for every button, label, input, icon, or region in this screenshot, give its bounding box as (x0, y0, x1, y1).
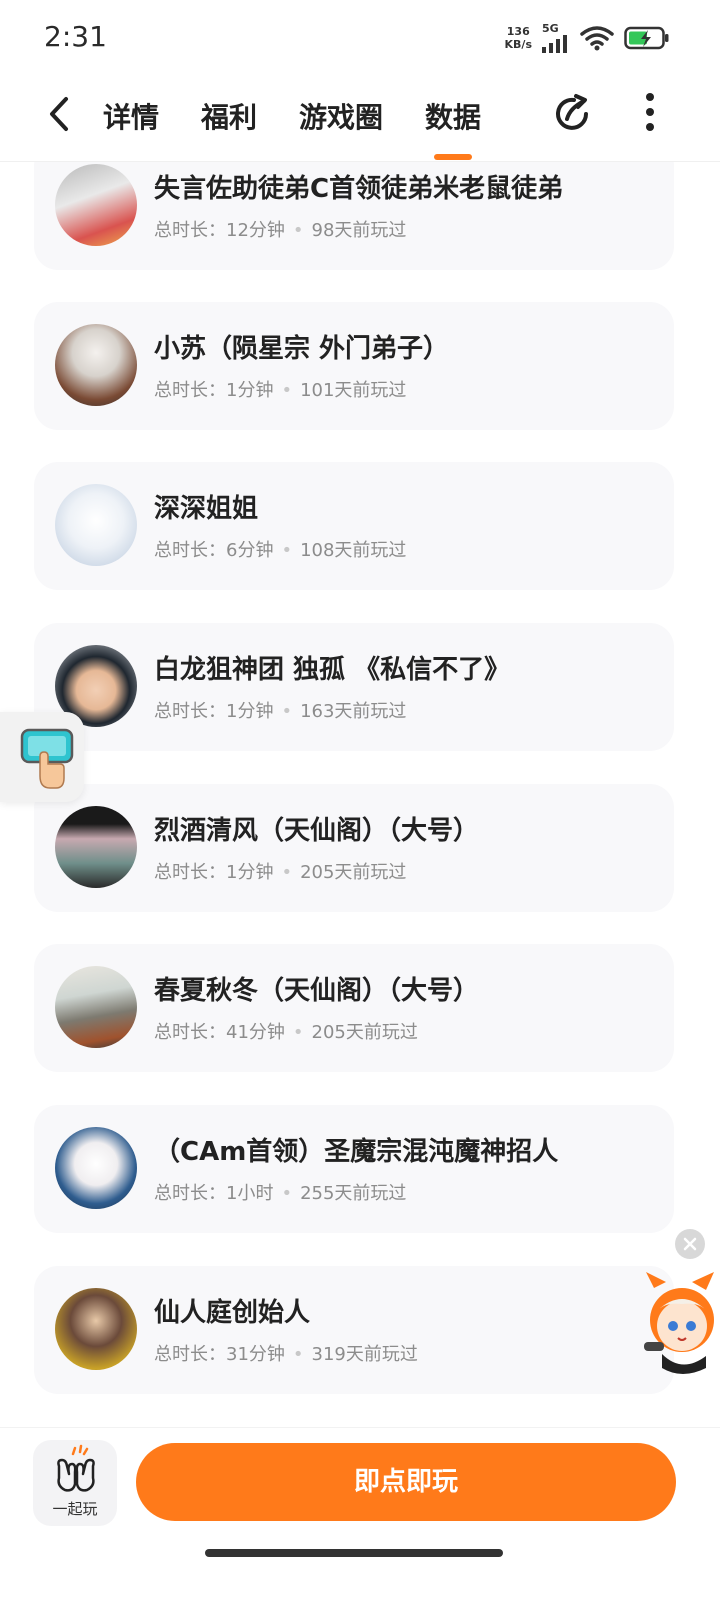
separator-dot: • (281, 701, 293, 722)
signal-group: 5G (542, 22, 570, 53)
status-time: 2:31 (44, 20, 107, 53)
separator-dot: • (292, 1022, 304, 1043)
signal-icon (542, 35, 567, 53)
player-name: 失言佐助徒弟C首领徒弟米老鼠徒弟 (154, 174, 564, 204)
floating-mascot[interactable] (640, 1270, 720, 1380)
wifi-icon (580, 25, 614, 50)
high-five-icon (57, 1444, 95, 1492)
player-name: 白龙狙神团 独孤 《私信不了》 (154, 655, 511, 685)
player-card[interactable]: 失言佐助徒弟C首领徒弟米老鼠徒弟 总时长：12分钟 • 98天前玩过 (34, 162, 674, 270)
separator-dot: • (281, 380, 293, 401)
separator-dot: • (281, 862, 293, 883)
player-avatar (55, 484, 137, 566)
player-stats: 总时长：1分钟 • 101天前玩过 (154, 380, 407, 401)
status-bar: 2:31 136 KB/s 5G (0, 0, 720, 80)
floating-tool-button[interactable] (0, 712, 84, 802)
player-stats: 总时长：1分钟 • 163天前玩过 (154, 701, 407, 722)
instant-play-button[interactable]: 即点即玩 (136, 1443, 676, 1521)
separator-dot: • (292, 1344, 304, 1365)
network-type: 5G (542, 22, 559, 35)
player-name: 深深姐姐 (154, 494, 259, 524)
player-avatar (55, 1288, 137, 1370)
mascot-icon (644, 1272, 714, 1374)
battery-icon (624, 26, 669, 49)
home-indicator[interactable] (205, 1549, 503, 1557)
share-button[interactable] (550, 92, 594, 136)
share-icon (556, 94, 588, 130)
player-stats: 总时长：1小时 • 255天前玩过 (154, 1183, 407, 1204)
top-nav-bar: 详情 福利 游戏圈 数据 (0, 80, 720, 162)
tab-bar: 详情 福利 游戏圈 数据 (103, 96, 523, 136)
player-stats: 总时长：1分钟 • 205天前玩过 (154, 862, 407, 883)
status-icons: 136 KB/s 5G (505, 22, 670, 53)
player-avatar (55, 806, 137, 888)
player-stats: 总时长：41分钟 • 205天前玩过 (154, 1022, 418, 1043)
player-avatar (55, 164, 137, 246)
player-stats: 总时长：6分钟 • 108天前玩过 (154, 540, 407, 561)
player-card[interactable]: （CAm首领）圣魔宗混沌魔神招人 总时长：1小时 • 255天前玩过 (34, 1105, 674, 1233)
back-button[interactable] (40, 94, 80, 134)
separator-dot: • (292, 220, 304, 241)
tab-details[interactable]: 详情 (103, 96, 159, 136)
player-card[interactable]: 仙人庭创始人 总时长：31分钟 • 319天前玩过 (34, 1266, 674, 1394)
separator-dot: • (281, 1183, 293, 1204)
network-speed: 136 KB/s (504, 24, 532, 51)
tab-data[interactable]: 数据 (425, 96, 481, 136)
more-button[interactable] (635, 90, 665, 134)
back-arrow-icon (50, 97, 68, 131)
player-card[interactable]: 春夏秋冬（天仙阁）（大号） 总时长：41分钟 • 205天前玩过 (34, 944, 674, 1072)
player-card[interactable]: 白龙狙神团 独孤 《私信不了》 总时长：1分钟 • 163天前玩过 (34, 623, 674, 751)
play-together-label: 一起玩 (52, 1500, 98, 1518)
tap-gesture-icon (20, 728, 74, 789)
play-together-button[interactable]: 一起玩 (33, 1440, 117, 1526)
close-icon (683, 1237, 697, 1251)
player-avatar (55, 324, 137, 406)
bottom-action-bar: 一起玩 即点即玩 (0, 1427, 720, 1600)
player-avatar (55, 966, 137, 1048)
player-card[interactable]: 小苏（陨星宗 外门弟子） 总时长：1分钟 • 101天前玩过 (34, 302, 674, 430)
player-name: 小苏（陨星宗 外门弟子） (154, 334, 450, 364)
tab-benefits[interactable]: 福利 (201, 96, 257, 136)
player-name: 烈酒清风（天仙阁）（大号） (154, 816, 480, 846)
player-name: （CAm首领）圣魔宗混沌魔神招人 (154, 1137, 559, 1167)
separator-dot: • (281, 540, 293, 561)
player-card[interactable]: 烈酒清风（天仙阁）（大号） 总时长：1分钟 • 205天前玩过 (34, 784, 674, 912)
player-list[interactable]: 失言佐助徒弟C首领徒弟米老鼠徒弟 总时长：12分钟 • 98天前玩过 小苏（陨星宗 … (0, 162, 720, 1427)
player-stats: 总时长：31分钟 • 319天前玩过 (154, 1344, 418, 1365)
more-dots-icon (646, 93, 654, 131)
close-float-button[interactable] (675, 1229, 705, 1259)
player-name: 春夏秋冬（天仙阁）（大号） (154, 976, 480, 1006)
player-name: 仙人庭创始人 (154, 1298, 311, 1328)
tab-game-circle[interactable]: 游戏圈 (299, 96, 383, 136)
player-avatar (55, 1127, 137, 1209)
player-stats: 总时长：12分钟 • 98天前玩过 (154, 220, 407, 241)
player-card[interactable]: 深深姐姐 总时长：6分钟 • 108天前玩过 (34, 462, 674, 590)
